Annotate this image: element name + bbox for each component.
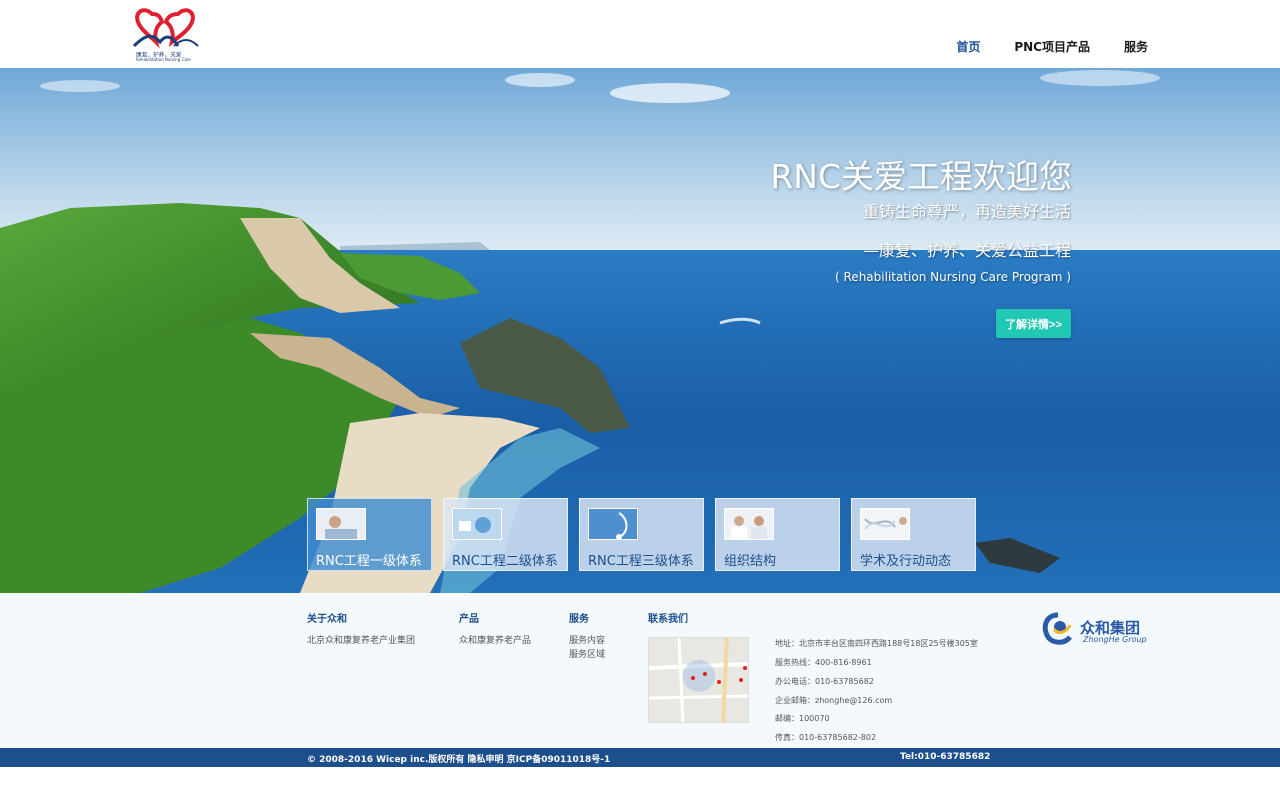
logo-subtitle: Rehabilitation Nursing Care	[136, 57, 191, 62]
hero-slogan: 重铸生命尊严，再造美好生活	[862, 202, 1071, 221]
learn-more-button[interactable]: 了解详情>>	[996, 309, 1071, 338]
feature-cards: RNC工程一级体系 RNC工程二级体系 RNC工程三级体系 组织结构 学术及行动…	[307, 498, 976, 571]
contact-hotline: 服务热线：400-816-8961	[775, 658, 872, 667]
copyright-text: © 2008-2016 Wicep inc.版权所有 隐私申明 京ICP备090…	[307, 755, 611, 765]
card-organization[interactable]: 组织结构	[715, 498, 840, 571]
bottom-phone: Tel:010-63785682	[900, 752, 991, 762]
main-nav: 首页 PNC项目产品 服务	[956, 38, 1148, 55]
nav-pnc-products[interactable]: PNC项目产品	[1014, 38, 1090, 55]
footer-about-title: 关于众和	[307, 614, 347, 625]
hero-title: RNC关爱工程欢迎您	[770, 157, 1072, 196]
hero-banner: RNC关爱工程欢迎您 重铸生命尊严，再造美好生活 —康复、护养、关爱公益工程 (…	[0, 68, 1280, 593]
footer-about-link[interactable]: 北京众和康复养老产业集团	[307, 634, 415, 648]
bottom-bar: © 2008-2016 Wicep inc.版权所有 隐私申明 京ICP备090…	[0, 748, 1280, 767]
zhonghe-group-logo[interactable]: 众和集团 ZhongHe Group	[1040, 611, 1150, 647]
nav-home[interactable]: 首页	[956, 38, 980, 55]
contact-office-phone: 办公电话：010-63785682	[775, 677, 874, 686]
card-label: RNC工程三级体系	[588, 554, 694, 569]
contact-postcode: 邮编：100070	[775, 714, 830, 723]
contact-email: 企业邮箱：zhonghe@126.com	[775, 696, 893, 705]
footer-contact-title: 联系我们	[648, 614, 688, 625]
footer-products-title: 产品	[459, 614, 479, 625]
card-rnc-level-2[interactable]: RNC工程二级体系	[443, 498, 568, 571]
dna-icon	[860, 508, 910, 540]
hero-english-slogan: ( Rehabilitation Nursing Care Program )	[835, 270, 1071, 284]
card-label: RNC工程一级体系	[316, 554, 422, 569]
hero-subslogan: —康复、护养、关爱公益工程	[862, 241, 1071, 260]
card-rnc-level-1[interactable]: RNC工程一级体系	[307, 498, 432, 571]
card-label: RNC工程二级体系	[452, 554, 558, 569]
patient-photo-icon	[316, 508, 366, 540]
site-header: 康复、护养、关爱 Rehabilitation Nursing Care 首页 …	[0, 0, 1280, 68]
nav-services[interactable]: 服务	[1124, 38, 1148, 55]
card-academic-news[interactable]: 学术及行动动态	[851, 498, 976, 571]
location-map[interactable]	[648, 637, 749, 723]
contact-address: 地址：北京市丰台区南四环西路188号18区25号楼305室	[775, 639, 978, 648]
footer-services-title: 服务	[569, 614, 589, 625]
heart-logo-icon	[132, 8, 199, 49]
card-rnc-level-3[interactable]: RNC工程三级体系	[579, 498, 704, 571]
site-logo[interactable]: 康复、护养、关爱 Rehabilitation Nursing Care	[130, 6, 202, 62]
medical-device-icon	[452, 508, 502, 540]
zhonghe-logo-icon	[1042, 612, 1072, 645]
brand-english-name: ZhongHe Group	[1083, 635, 1147, 644]
footer-info: 关于众和 北京众和康复养老产业集团 产品 众和康复养老产品 服务 服务内容 服务…	[0, 593, 1280, 748]
footer-services-content-link[interactable]: 服务内容	[569, 634, 605, 648]
footer-products-link[interactable]: 众和康复养老产品	[459, 634, 531, 648]
card-label: 学术及行动动态	[860, 554, 952, 569]
footer-services-area-link[interactable]: 服务区域	[569, 648, 605, 662]
contact-fax: 传真：010-63785682-802	[775, 733, 877, 742]
stethoscope-icon	[588, 508, 638, 540]
card-label: 组织结构	[724, 554, 777, 569]
doctors-photo-icon	[724, 508, 774, 540]
